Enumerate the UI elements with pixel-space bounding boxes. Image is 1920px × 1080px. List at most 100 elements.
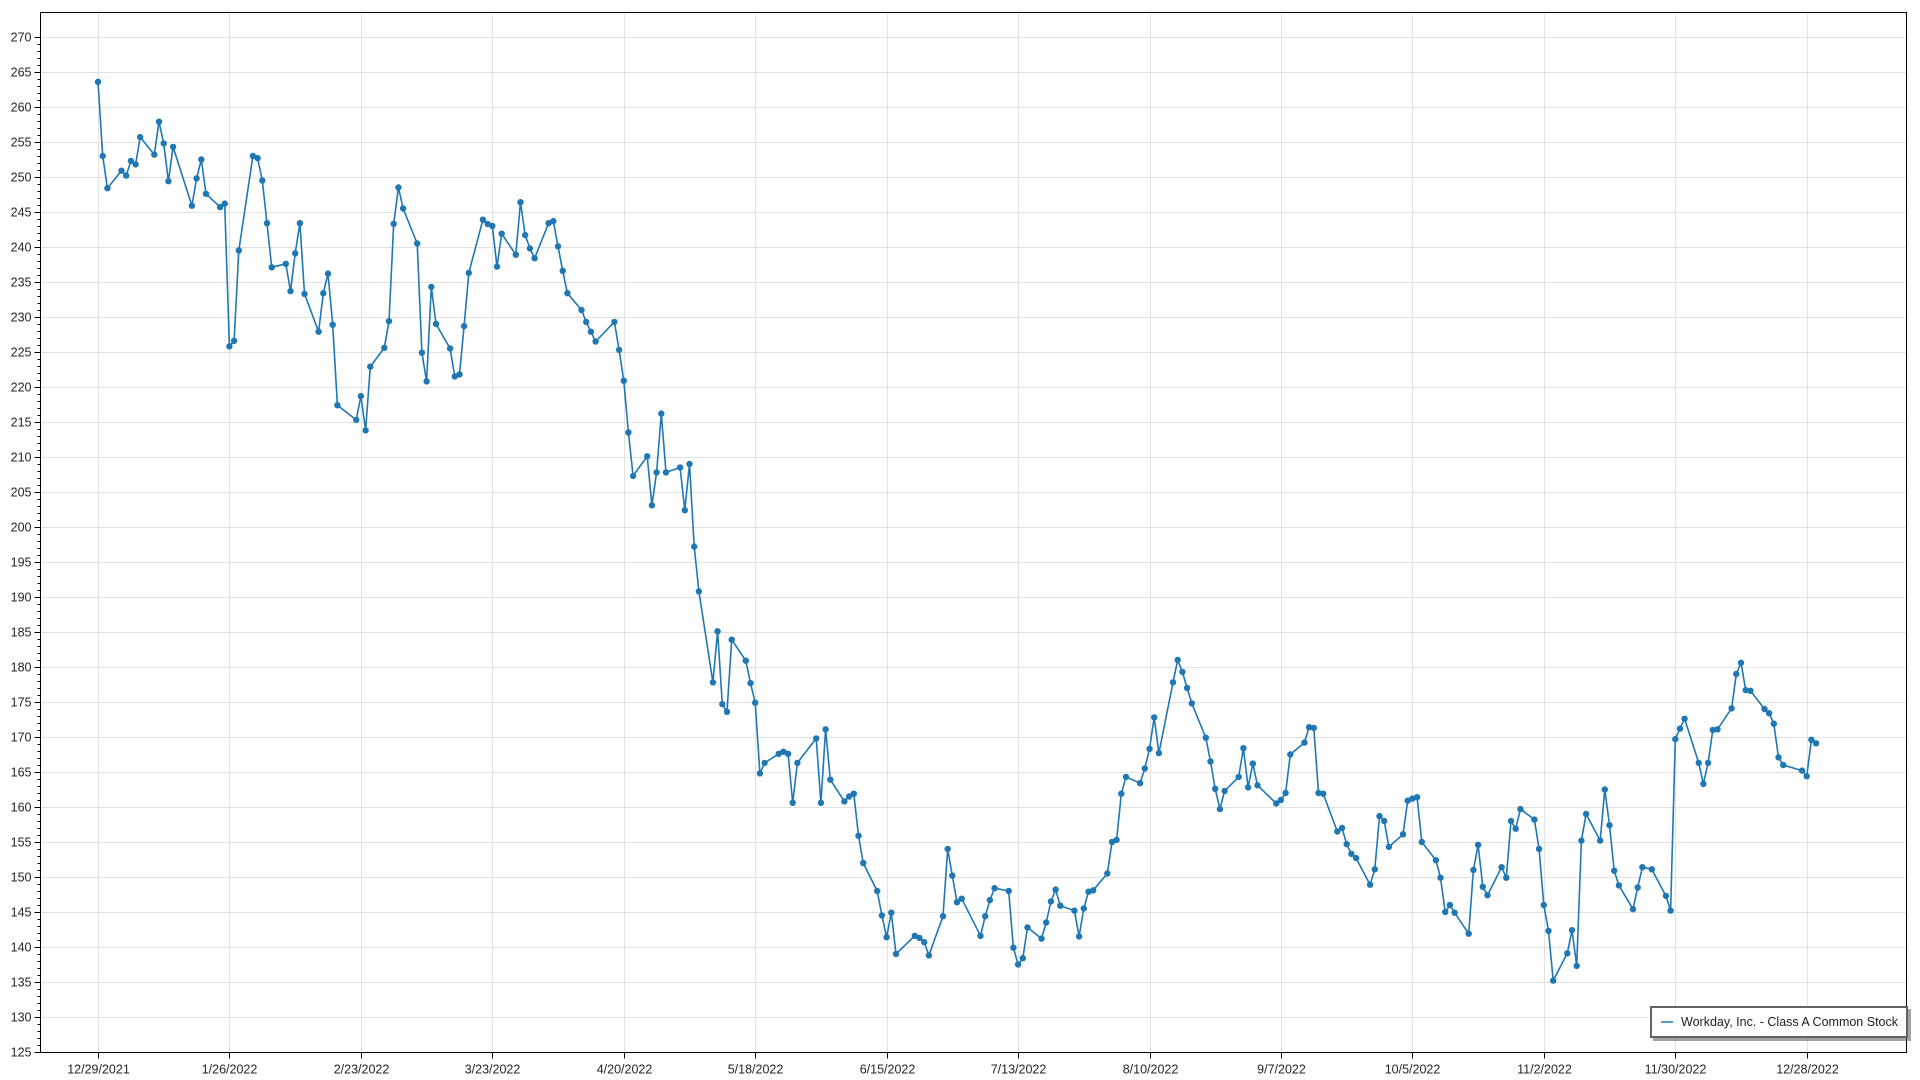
data-point-marker — [592, 338, 598, 344]
data-point-marker — [1766, 710, 1772, 716]
data-point-marker — [1630, 906, 1636, 912]
data-point-marker — [1475, 842, 1481, 848]
data-point-marker — [1376, 813, 1382, 819]
x-tick-label: 7/13/2022 — [991, 1063, 1047, 1077]
x-tick-label: 8/10/2022 — [1123, 1063, 1179, 1077]
y-tick-label: 130 — [11, 1011, 32, 1025]
data-point-marker — [1747, 688, 1753, 694]
data-point-marker — [264, 220, 270, 226]
data-point-marker — [1179, 669, 1185, 675]
data-point-marker — [1738, 660, 1744, 666]
stock-price-line-chart[interactable]: 1251301351401451501551601651701751801851… — [0, 0, 1920, 1080]
data-point-marker — [921, 939, 927, 945]
data-point-marker — [1104, 870, 1110, 876]
data-point-marker — [855, 833, 861, 839]
data-point-marker — [259, 177, 265, 183]
data-point-marker — [156, 119, 162, 125]
x-tick-label: 6/15/2022 — [860, 1063, 916, 1077]
data-point-marker — [287, 288, 293, 294]
data-point-marker — [325, 270, 331, 276]
data-point-marker — [813, 735, 819, 741]
data-point-marker — [649, 502, 655, 508]
chart-window: 1251301351401451501551601651701751801851… — [0, 0, 1920, 1080]
y-tick-label: 175 — [11, 696, 32, 710]
data-point-marker — [1057, 903, 1063, 909]
data-point-marker — [1048, 898, 1054, 904]
data-point-marker — [644, 453, 650, 459]
data-point-marker — [1771, 721, 1777, 727]
data-point-marker — [1311, 725, 1317, 731]
y-tick-label: 240 — [11, 241, 32, 255]
data-point-marker — [456, 371, 462, 377]
data-point-marker — [269, 264, 275, 270]
data-point-marker — [222, 200, 228, 206]
data-point-marker — [1344, 841, 1350, 847]
y-tick-label: 255 — [11, 136, 32, 150]
data-point-marker — [630, 473, 636, 479]
data-point-marker — [1250, 760, 1256, 766]
data-point-marker — [761, 760, 767, 766]
data-point-marker — [362, 427, 368, 433]
x-tick-label: 11/2/2022 — [1517, 1063, 1572, 1077]
data-point-marker — [1282, 790, 1288, 796]
data-point-marker — [419, 350, 425, 356]
data-point-marker — [714, 628, 720, 634]
data-point-marker — [414, 240, 420, 246]
data-point-marker — [1775, 754, 1781, 760]
data-point-marker — [1081, 905, 1087, 911]
data-point-marker — [1442, 909, 1448, 915]
data-point-marker — [729, 637, 735, 643]
x-tick-label: 9/7/2022 — [1257, 1063, 1306, 1077]
y-tick-label: 140 — [11, 941, 32, 955]
data-point-marker — [578, 307, 584, 313]
y-tick-label: 210 — [11, 451, 32, 465]
data-point-marker — [1451, 910, 1457, 916]
data-point-marker — [494, 263, 500, 269]
data-point-marker — [583, 319, 589, 325]
data-point-marker — [1578, 837, 1584, 843]
data-point-marker — [1020, 955, 1026, 961]
data-point-marker — [1447, 902, 1453, 908]
data-point-marker — [489, 223, 495, 229]
data-point-marker — [1156, 750, 1162, 756]
data-point-marker — [292, 250, 298, 256]
data-point-marker — [879, 912, 885, 918]
data-point-marker — [1203, 735, 1209, 741]
data-point-marker — [588, 329, 594, 335]
data-point-marker — [1517, 806, 1523, 812]
data-point-marker — [752, 700, 758, 706]
data-point-marker — [1799, 767, 1805, 773]
data-point-marker — [466, 270, 472, 276]
data-point-marker — [1681, 716, 1687, 722]
data-point-marker — [977, 933, 983, 939]
data-point-marker — [945, 846, 951, 852]
data-point-marker — [283, 261, 289, 267]
data-point-marker — [531, 255, 537, 261]
data-point-marker — [663, 469, 669, 475]
data-point-marker — [1705, 760, 1711, 766]
data-point-marker — [747, 680, 753, 686]
y-tick-label: 135 — [11, 976, 32, 990]
data-point-marker — [137, 134, 143, 140]
data-point-marker — [682, 507, 688, 513]
y-tick-label: 190 — [11, 591, 32, 605]
data-point-marker — [710, 679, 716, 685]
data-point-marker — [423, 378, 429, 384]
data-point-marker — [95, 79, 101, 85]
plot-border — [41, 13, 1907, 1053]
data-point-marker — [719, 701, 725, 707]
data-point-marker — [1175, 657, 1181, 663]
data-point-marker — [1236, 774, 1242, 780]
data-point-marker — [1217, 806, 1223, 812]
data-point-marker — [1564, 950, 1570, 956]
data-point-marker — [611, 319, 617, 325]
x-tick-label: 2/23/2022 — [334, 1063, 390, 1077]
data-point-marker — [132, 161, 138, 167]
data-point-marker — [818, 800, 824, 806]
data-point-marker — [1076, 933, 1082, 939]
data-point-marker — [527, 245, 533, 251]
data-point-marker — [1189, 700, 1195, 706]
x-tick-label: 5/18/2022 — [728, 1063, 784, 1077]
y-tick-label: 270 — [11, 31, 32, 45]
data-point-marker — [1071, 907, 1077, 913]
